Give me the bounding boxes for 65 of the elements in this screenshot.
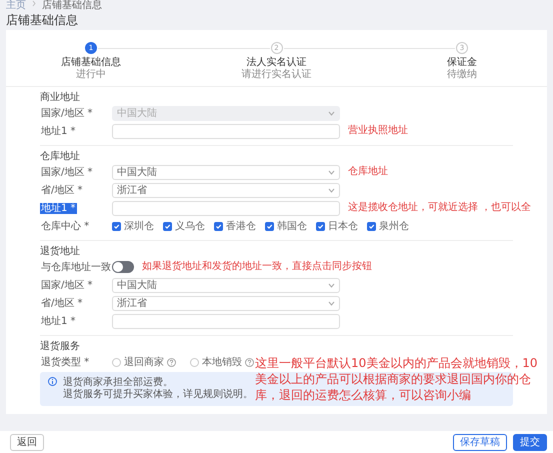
checkbox-label: 深圳仓 bbox=[124, 220, 154, 233]
checkbox-label: 泉州仓 bbox=[379, 220, 409, 233]
step-subtitle: 请进行实名认证 bbox=[242, 69, 312, 81]
annotation-text: 如果退货地址和发货的地址一致，直接点击同步按钮 bbox=[142, 260, 372, 274]
field-label: 退货类型 * bbox=[40, 357, 90, 368]
chevron-down-icon bbox=[328, 110, 335, 116]
field-label: 与仓库地址一致 bbox=[40, 262, 112, 273]
address-field[interactable] bbox=[112, 124, 340, 138]
select-field[interactable]: 中国大陆 bbox=[112, 164, 340, 180]
radio-label: 退回商家 bbox=[124, 356, 164, 369]
annotation-text: 仓库地址 bbox=[348, 165, 388, 179]
checkbox[interactable] bbox=[112, 222, 121, 230]
step-subtitle: 进行中 bbox=[76, 69, 106, 81]
field-label: 省/地区 * bbox=[40, 298, 84, 309]
step-title: 店铺基础信息 bbox=[61, 57, 121, 68]
help-icon[interactable] bbox=[245, 358, 254, 366]
chevron-down-icon bbox=[328, 300, 335, 306]
field-label: 国家/地区 * bbox=[40, 167, 94, 178]
annotation-text: 这是揽收仓地址，可就近选择 ，也可以全 bbox=[348, 201, 532, 215]
radio-label: 本地销毁 bbox=[202, 356, 242, 369]
select-field[interactable]: 中国大陆 bbox=[112, 278, 340, 292]
annotation-text: 营业执照地址 bbox=[348, 124, 408, 138]
annotation-text: 这里一般平台默认10美金以内的产品会就地销毁，10美金以上的产品可以根据商家的要求退回国内你的仓库，退回的运费怎么核算，可以咨询小编 bbox=[255, 355, 539, 403]
section-title: 仓库地址 bbox=[40, 150, 80, 163]
step-subtitle: 待缴纳 bbox=[447, 69, 477, 81]
radio-button[interactable] bbox=[190, 358, 199, 366]
info-text: 退货商家承担全部运费。 bbox=[63, 377, 174, 388]
field-label: 国家/地区 * bbox=[40, 280, 94, 291]
step-title: 保证金 bbox=[447, 57, 477, 68]
radio-button[interactable] bbox=[112, 358, 121, 366]
info-text: 退货服务可提升买家体验，详见规则说明。 bbox=[63, 389, 254, 401]
section-title: 商业地址 bbox=[40, 91, 80, 104]
step-title: 法人实名认证 bbox=[246, 57, 306, 68]
address-field[interactable] bbox=[112, 314, 340, 328]
field-label: 仓库中心 * bbox=[40, 221, 90, 232]
checkbox-label: 香港仓 bbox=[226, 220, 256, 233]
checkbox[interactable] bbox=[163, 222, 172, 230]
help-icon[interactable] bbox=[167, 358, 176, 366]
select-field[interactable]: 浙江省 bbox=[112, 296, 340, 310]
info-icon bbox=[48, 377, 57, 386]
save-draft-button[interactable]: 保存草稿 bbox=[453, 434, 507, 450]
address-field[interactable] bbox=[112, 200, 340, 216]
field-label: 地址1 * bbox=[40, 203, 77, 214]
chevron-right-icon bbox=[32, 0, 36, 7]
chevron-down-icon bbox=[328, 188, 335, 192]
chevron-down-icon bbox=[328, 170, 335, 174]
checkbox-label: 日本仓 bbox=[328, 220, 358, 233]
field-label: 国家/地区 * bbox=[40, 108, 94, 119]
page-title: 店铺基础信息 bbox=[5, 12, 79, 28]
select-field[interactable]: 浙江省 bbox=[112, 182, 340, 198]
checkbox[interactable] bbox=[367, 222, 376, 230]
field-label: 省/地区 * bbox=[40, 185, 84, 196]
submit-button[interactable]: 提交 bbox=[513, 434, 547, 450]
toggle-switch[interactable] bbox=[112, 261, 134, 273]
checkbox[interactable] bbox=[316, 222, 325, 230]
checkbox-label: 韩国仓 bbox=[277, 220, 307, 233]
chevron-down-icon bbox=[328, 282, 335, 288]
checkbox[interactable] bbox=[214, 222, 223, 230]
section-title: 退货服务 bbox=[40, 340, 80, 353]
section-title: 退货地址 bbox=[40, 245, 80, 258]
back-button[interactable]: 返回 bbox=[10, 434, 44, 450]
checkbox[interactable] bbox=[265, 222, 274, 230]
checkbox-label: 义乌仓 bbox=[175, 220, 205, 233]
field-label: 地址1 * bbox=[40, 126, 77, 137]
field-label: 地址1 * bbox=[40, 316, 77, 327]
